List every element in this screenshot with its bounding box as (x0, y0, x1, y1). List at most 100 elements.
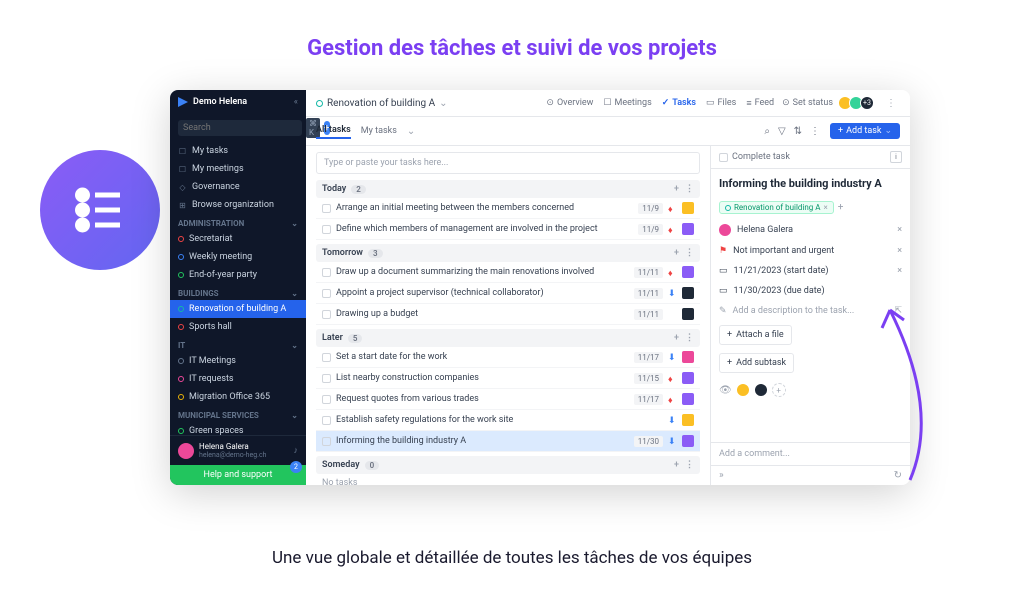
priority-field[interactable]: ⚑ Not important and urgent × (711, 241, 910, 261)
add-tag-icon[interactable]: + (838, 202, 844, 213)
task-checkbox[interactable] (322, 268, 331, 277)
breadcrumb[interactable]: Renovation of building A ⌄ (316, 98, 448, 109)
view-tab[interactable]: ✓Tasks (662, 98, 696, 109)
sidebar-section-header[interactable]: BUILDINGS⌄ (170, 284, 306, 300)
sidebar-project-item[interactable]: Migration Office 365 (170, 388, 306, 406)
task-row[interactable]: Define which members of management are i… (316, 219, 700, 240)
task-group-header[interactable]: Someday0+⋮ (316, 456, 700, 474)
add-icon[interactable]: + (674, 184, 679, 194)
set-status-button[interactable]: ⊙ Set status (782, 98, 833, 108)
task-group-header[interactable]: Today2+⋮ (316, 180, 700, 198)
task-row[interactable]: Establish safety regulations for the wor… (316, 410, 700, 431)
clear-icon[interactable]: × (897, 246, 902, 256)
complete-label[interactable]: Complete task (732, 152, 790, 162)
add-icon[interactable]: + (674, 248, 679, 258)
clear-icon[interactable]: × (897, 225, 902, 235)
task-row[interactable]: Drawing up a budget11/11 (316, 304, 700, 325)
sidebar-project-item[interactable]: Sports hall (170, 318, 306, 336)
user-panel[interactable]: Helena Galera helena@demo-heg.ch ♪ (170, 435, 306, 465)
task-quick-input[interactable]: Type or paste your tasks here... (316, 152, 700, 174)
more-icon[interactable]: ⋮ (685, 460, 694, 470)
task-checkbox[interactable] (322, 289, 331, 298)
project-dot-icon (178, 358, 184, 364)
more-icon[interactable]: ⋮ (685, 184, 694, 194)
help-button[interactable]: Help and support 2 (170, 465, 306, 485)
task-checkbox[interactable] (322, 353, 331, 362)
chevron-down-icon[interactable]: ⌄ (407, 126, 415, 137)
task-checkbox[interactable] (322, 310, 331, 319)
clear-icon[interactable]: × (897, 266, 902, 276)
task-date: 11/11 (634, 288, 663, 299)
more-icon[interactable]: ⋮ (882, 98, 900, 109)
comment-input[interactable]: Add a comment... (711, 442, 910, 465)
add-icon[interactable]: + (674, 333, 679, 343)
description-field[interactable]: ✎ Add a description to the task... ⇱ (711, 301, 910, 321)
sort-icon[interactable]: ⇅ (794, 126, 802, 137)
sidebar-nav-item[interactable]: ☐My meetings (170, 160, 306, 178)
assignee-avatar-icon (682, 435, 694, 447)
task-group-header[interactable]: Tomorrow3+⋮ (316, 244, 700, 262)
view-tab[interactable]: ≡Feed (746, 98, 774, 109)
due-date-field[interactable]: ▭ 11/30/2023 (due date) (711, 281, 910, 301)
add-subtask-button[interactable]: +Add subtask (719, 353, 794, 373)
add-person-icon[interactable]: + (772, 383, 786, 397)
task-row[interactable]: List nearby construction companies11/15♦ (316, 368, 700, 389)
collapse-panel-icon[interactable]: » (719, 470, 724, 481)
sidebar-project-item[interactable]: Secretariat (170, 230, 306, 248)
sidebar-section-header[interactable]: MUNICIPAL SERVICES⌄ (170, 406, 306, 422)
task-checkbox[interactable] (322, 416, 331, 425)
expand-icon[interactable]: ⇱ (894, 306, 902, 316)
sidebar-section-header[interactable]: ADMINISTRATION⌄ (170, 214, 306, 230)
complete-checkbox[interactable] (719, 153, 728, 162)
add-task-button[interactable]: +Add task⌄ (830, 123, 900, 139)
project-tag[interactable]: Renovation of building A× (719, 201, 834, 214)
filter-icon[interactable]: ▽ (778, 126, 786, 137)
filter-all-tasks[interactable]: All tasks (316, 123, 351, 139)
bell-icon[interactable]: ♪ (294, 445, 299, 456)
task-checkbox[interactable] (322, 395, 331, 404)
start-date-field[interactable]: ▭ 11/21/2023 (start date) × (711, 261, 910, 281)
sidebar-nav-item[interactable]: ⊞Browse organization (170, 196, 306, 214)
task-row[interactable]: Draw up a document summarizing the main … (316, 262, 700, 283)
more-icon[interactable]: ⋮ (685, 248, 694, 258)
sidebar-project-item[interactable]: IT Meetings (170, 352, 306, 370)
task-date: 11/9 (638, 203, 663, 214)
sidebar-nav-item[interactable]: ☐My tasks (170, 142, 306, 160)
project-dot-icon (178, 272, 184, 278)
more-icon[interactable]: ⋮ (685, 333, 694, 343)
task-checkbox[interactable] (322, 204, 331, 213)
history-icon[interactable]: ↻ (894, 470, 902, 481)
task-row[interactable]: Set a start date for the work11/17⬇ (316, 347, 700, 368)
search-icon[interactable]: ⌕ (764, 126, 770, 137)
attach-file-button[interactable]: +Attach a file (719, 325, 792, 345)
search-input[interactable] (178, 120, 302, 136)
view-tab[interactable]: ⊙Overview (546, 98, 593, 109)
task-group-header[interactable]: Later5+⋮ (316, 329, 700, 347)
watchers-icon[interactable]: 👁 (719, 385, 732, 396)
view-tab[interactable]: ▭Files (706, 98, 736, 109)
members-avatars[interactable]: +3 (841, 96, 874, 110)
add-icon[interactable]: + (674, 460, 679, 470)
task-checkbox[interactable] (322, 374, 331, 383)
view-tab[interactable]: ☐Meetings (603, 98, 651, 109)
task-row[interactable]: Appoint a project supervisor (technical … (316, 283, 700, 304)
assignee-avatar-icon (682, 351, 694, 363)
sidebar-section-header[interactable]: IT⌄ (170, 336, 306, 352)
collapse-icon[interactable]: « (294, 97, 298, 107)
workspace-name[interactable]: Demo Helena (193, 97, 289, 107)
task-checkbox[interactable] (322, 437, 331, 446)
sidebar-project-item[interactable]: Renovation of building A (170, 300, 306, 318)
task-row[interactable]: Request quotes from various trades11/17♦ (316, 389, 700, 410)
sidebar-project-item[interactable]: Weekly meeting (170, 248, 306, 266)
info-icon[interactable]: i (890, 151, 902, 163)
sidebar-nav-item[interactable]: ◇Governance (170, 178, 306, 196)
task-checkbox[interactable] (322, 225, 331, 234)
sidebar-project-item[interactable]: IT requests (170, 370, 306, 388)
assignee-field[interactable]: Helena Galera × (711, 219, 910, 241)
task-row[interactable]: Arrange an initial meeting between the m… (316, 198, 700, 219)
task-row[interactable]: Informing the building industry A11/30⬇ (316, 431, 700, 452)
filter-my-tasks[interactable]: My tasks (361, 124, 397, 138)
sidebar-project-item[interactable]: Green spaces (170, 422, 306, 435)
more-icon[interactable]: ⋮ (810, 126, 820, 137)
sidebar-project-item[interactable]: End-of-year party (170, 266, 306, 284)
